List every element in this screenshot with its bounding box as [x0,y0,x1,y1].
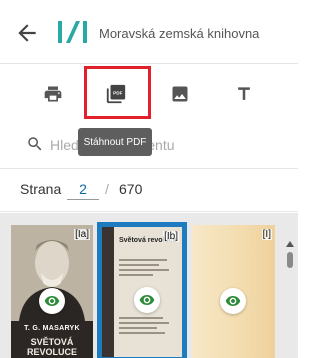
page-thumbnail[interactable]: T. G. MASARYK SVĚTOVÁ REVOLUCE [Ia] [11,225,93,358]
svg-text:PDF: PDF [113,91,123,97]
library-name[interactable]: Moravská zemská knihovna [99,26,259,41]
scroll-up-arrow-icon[interactable] [285,240,295,248]
text-line [119,332,165,334]
mzk-logo-icon[interactable] [56,17,90,47]
preview-eye-icon[interactable] [39,288,65,314]
arrow-left-icon[interactable] [14,20,40,46]
page-label: Strana [20,181,62,197]
scrollbar-thumb[interactable] [287,252,293,268]
cover-author: T. G. MASARYK [24,325,80,332]
page-label-tag: [I] [261,229,272,240]
text-line [119,259,167,261]
page-number-input[interactable] [67,178,99,200]
text-line [119,317,163,319]
image-icon [172,86,188,102]
total-pages: 670 [119,181,143,197]
page-navigator: Strana / 670 [0,170,298,212]
pdf-icon: PDF [106,84,126,104]
app-header: Moravská zemská knihovna [0,0,298,64]
text-line [119,322,169,324]
thumbnail-strip: T. G. MASARYK SVĚTOVÁ REVOLUCE [Ia] Svět… [0,213,298,358]
printer-icon [44,86,62,102]
text-button[interactable] [229,79,259,109]
text-line [119,274,153,276]
text-line [119,264,159,266]
book-spine [102,227,114,357]
cover-title: SVĚTOVÁ REVOLUCE [26,337,77,357]
search-icon [28,137,42,151]
text-line [119,327,157,329]
preview-eye-icon[interactable] [220,288,246,314]
page-thumbnail-selected[interactable]: Světová revoluce [Ib] [97,222,187,358]
pdf-tooltip: Stáhnout PDF [78,128,152,156]
page-thumbnail[interactable]: [I] [192,225,275,358]
document-toolbar: PDF [0,65,298,125]
page-separator: / [105,181,109,197]
text-line [119,269,169,271]
text-icon [238,87,250,100]
print-button[interactable] [38,79,68,109]
page-label-tag: [Ib] [163,231,179,242]
preview-eye-icon[interactable] [134,287,160,313]
image-button[interactable] [165,79,195,109]
download-pdf-button[interactable]: PDF [101,79,131,109]
page-label-tag: [Ia] [74,229,90,240]
